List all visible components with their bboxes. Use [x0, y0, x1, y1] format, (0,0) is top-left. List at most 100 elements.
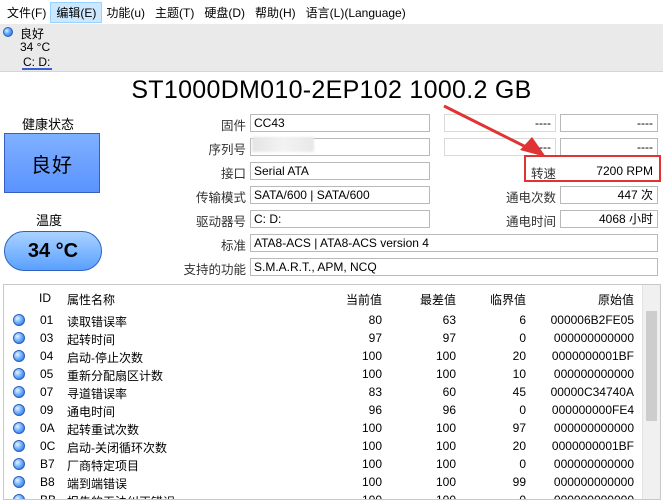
menu-help[interactable]: 帮助(H)	[250, 3, 301, 22]
cell-current: 100	[361, 457, 382, 471]
cell-raw: 000000000000	[553, 367, 634, 381]
status-ball-icon	[13, 314, 25, 326]
power-count-field: 447 次	[560, 186, 658, 204]
table-header: ID 属性名称 当前值 最差值 临界值 原始值	[4, 285, 644, 311]
status-ball-icon	[13, 494, 25, 499]
table-row[interactable]: B7 厂商特定项目 100 100 0 000000000000	[4, 455, 644, 473]
cell-worst: 100	[435, 493, 456, 500]
status-ball-icon	[13, 458, 25, 470]
col-threshold[interactable]: 临界值	[460, 291, 526, 308]
col-raw[interactable]: 原始值	[534, 291, 634, 308]
cell-threshold: 0	[519, 457, 526, 471]
blank-field-3: ----	[444, 138, 556, 156]
serial-redacted	[252, 137, 314, 152]
cell-name: 起转时间	[67, 333, 116, 347]
cell-name: 寻道错误率	[67, 387, 128, 401]
menu-theme[interactable]: 主题(T)	[150, 3, 199, 22]
table-row[interactable]: 03 起转时间 97 97 0 000000000000	[4, 329, 644, 347]
table-row[interactable]: 09 通电时间 96 96 0 000000000FE4	[4, 401, 644, 419]
table-row[interactable]: BB报告的无法纠正错误1001000000000000000	[4, 491, 644, 500]
cell-threshold: 0	[519, 331, 526, 345]
temperature-button[interactable]: 34 °C	[4, 231, 102, 271]
cell-name: 起转重试次数	[67, 423, 140, 437]
drive-tab-underline	[22, 68, 52, 70]
health-label: 健康状态	[22, 117, 75, 132]
standard-field: ATA8-ACS | ATA8-ACS version 4	[250, 234, 658, 252]
cell-worst: 100	[435, 421, 456, 435]
health-status-button[interactable]: 良好	[4, 133, 100, 193]
cell-current: 100	[361, 367, 382, 381]
cell-raw: 000000000000	[553, 457, 634, 471]
cell-worst: 100	[435, 439, 456, 453]
cell-name: 启动-停止次数	[67, 351, 143, 365]
interface-field: Serial ATA	[250, 162, 430, 180]
cell-raw: 000000000000	[553, 475, 634, 489]
features-label: 支持的功能	[183, 263, 246, 277]
menu-disk[interactable]: 硬盘(D)	[199, 3, 250, 22]
menu-function[interactable]: 功能(u)	[101, 3, 150, 22]
table-scrollbar[interactable]	[642, 285, 660, 499]
scrollbar-thumb[interactable]	[646, 311, 657, 421]
menu-bar: 文件(F) 编辑(E) 功能(u) 主题(T) 硬盘(D) 帮助(H) 语言(L…	[0, 0, 663, 24]
cell-raw: 000006B2FE05	[550, 313, 634, 327]
cell-raw: 000000000000	[553, 421, 634, 435]
table-row[interactable]: 0C 启动-关闭循环次数 100 100 20 0000000001BF	[4, 437, 644, 455]
status-dot-icon	[3, 27, 13, 37]
cell-id: BB	[40, 493, 57, 500]
power-hours-field: 4068 小时	[560, 210, 658, 228]
menu-edit[interactable]: 编辑(E)	[50, 1, 103, 23]
status-ball-icon	[13, 386, 25, 398]
cell-name: 端到端错误	[67, 477, 128, 491]
table-row[interactable]: 01 读取错误率 80 63 6 000006B2FE05	[4, 311, 644, 329]
col-worst[interactable]: 最差值	[390, 291, 456, 308]
rpm-highlight-box	[524, 155, 661, 182]
transfer-mode-label: 传输模式	[195, 191, 246, 205]
cell-current: 97	[368, 331, 382, 345]
menu-language[interactable]: 语言(L)(Language)	[301, 3, 411, 22]
table-row[interactable]: 05 重新分配扇区计数 100 100 10 000000000000	[4, 365, 644, 383]
transfer-mode-field: SATA/600 | SATA/600	[250, 186, 430, 204]
drive-tab[interactable]: 良好 34 °C C: D:	[2, 24, 82, 71]
cell-current: 100	[361, 493, 382, 500]
cell-name: 厂商特定项目	[67, 459, 140, 473]
table-row[interactable]: 0A 起转重试次数 100 100 97 000000000000	[4, 419, 644, 437]
col-name[interactable]: 属性名称	[67, 291, 115, 308]
power-count-label: 通电次数	[505, 191, 556, 205]
drive-tab-letters: C: D:	[23, 55, 51, 69]
menu-file[interactable]: 文件(F)	[2, 3, 51, 22]
cell-current: 83	[368, 385, 382, 399]
status-ball-icon	[13, 404, 25, 416]
cell-worst: 96	[442, 403, 456, 417]
cell-threshold: 20	[512, 349, 526, 363]
temperature-label: 温度	[36, 213, 63, 228]
cell-raw: 000000000000	[553, 493, 634, 500]
cell-worst: 63	[442, 313, 456, 327]
col-id[interactable]: ID	[39, 291, 51, 305]
table-row[interactable]: 04 启动-停止次数 100 100 20 0000000001BF	[4, 347, 644, 365]
cell-current: 100	[361, 421, 382, 435]
features-field: S.M.A.R.T., APM, NCQ	[250, 258, 658, 276]
cell-name: 读取错误率	[67, 315, 128, 329]
status-ball-icon	[13, 440, 25, 452]
cell-current: 100	[361, 475, 382, 489]
standard-label: 标准	[220, 239, 246, 253]
firmware-field: CC43	[250, 114, 430, 132]
power-hours-label: 通电时间	[505, 215, 556, 229]
cell-name: 通电时间	[67, 405, 116, 419]
cell-worst: 100	[435, 367, 456, 381]
cell-current: 100	[361, 439, 382, 453]
cell-current: 96	[368, 403, 382, 417]
cell-raw: 000000000000	[553, 331, 634, 345]
col-current[interactable]: 当前值	[316, 291, 382, 308]
disk-title: ST1000DM010-2EP102 1000.2 GB	[131, 76, 532, 104]
status-ball-icon	[13, 476, 25, 488]
drive-letter-field: C: D:	[250, 210, 430, 228]
cell-threshold: 0	[519, 403, 526, 417]
table-row[interactable]: B8 端到端错误 100 100 99 000000000000	[4, 473, 644, 491]
cell-raw: 0000000001BF	[551, 439, 634, 453]
cell-raw: 00000C34740A	[550, 385, 634, 399]
table-row[interactable]: 07 寻道错误率 83 60 45 00000C34740A	[4, 383, 644, 401]
smart-table: ID 属性名称 当前值 最差值 临界值 原始值 01 读取错误率 80 63 6 0000…	[3, 284, 661, 500]
cell-id: 07	[40, 385, 54, 399]
cell-id: B8	[40, 475, 55, 489]
